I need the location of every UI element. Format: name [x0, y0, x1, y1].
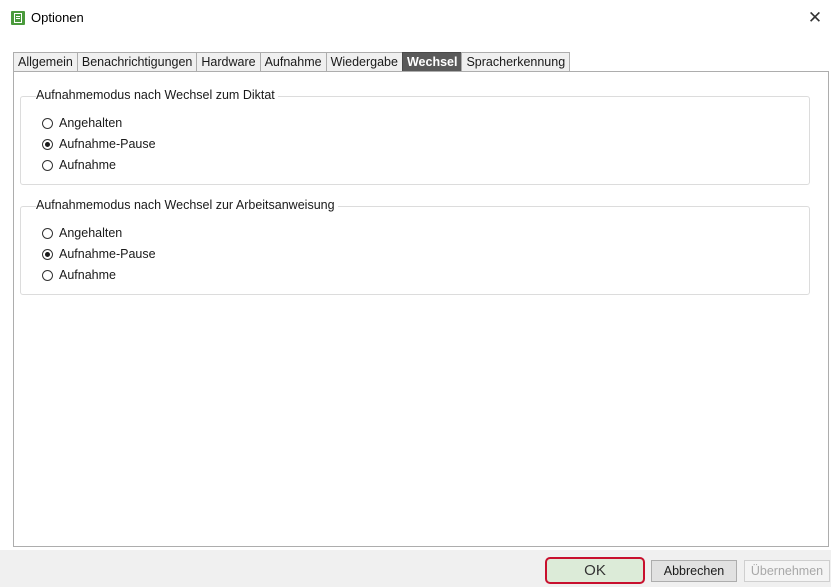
tab-benachrichtigungen[interactable]: Benachrichtigungen	[76, 52, 198, 71]
radio-label: Angehalten	[59, 116, 123, 130]
ok-button[interactable]: OK	[545, 557, 645, 584]
radio-button-checked[interactable]	[42, 248, 53, 260]
app-note-icon	[11, 11, 25, 25]
title-bar: Optionen ✕	[0, 0, 831, 40]
tab-wiedergabe[interactable]: Wiedergabe	[325, 52, 403, 71]
radio-button[interactable]	[42, 117, 53, 129]
radio-label: Aufnahme-Pause	[59, 247, 156, 261]
radio-label: Aufnahme	[59, 158, 116, 172]
group-arbeitsanweisung-legend: Aufnahmemodus nach Wechsel zur Arbeitsan…	[36, 198, 338, 212]
radio-button[interactable]	[42, 227, 53, 239]
group-diktat-legend: Aufnahmemodus nach Wechsel zum Diktat	[36, 88, 278, 102]
radio-label: Aufnahme	[59, 268, 116, 282]
group-diktat: Aufnahmemodus nach Wechsel zum Diktat An…	[20, 88, 810, 185]
cancel-button[interactable]: Abbrechen	[651, 560, 737, 582]
radio-button[interactable]	[42, 159, 53, 171]
radio-arbeitsanweisung-aufnahme-pause[interactable]: Aufnahme-Pause	[42, 247, 156, 261]
radio-button-checked[interactable]	[42, 138, 53, 150]
group-arbeitsanweisung: Aufnahmemodus nach Wechsel zur Arbeitsan…	[20, 198, 810, 295]
radio-diktat-aufnahme[interactable]: Aufnahme	[42, 158, 116, 172]
tab-strip: Allgemein Benachrichtigungen Hardware Au…	[13, 52, 571, 71]
tab-aufnahme[interactable]: Aufnahme	[259, 52, 327, 71]
tab-allgemein[interactable]: Allgemein	[13, 52, 78, 71]
radio-arbeitsanweisung-aufnahme[interactable]: Aufnahme	[42, 268, 116, 282]
tab-wechsel[interactable]: Wechsel	[401, 52, 463, 71]
tab-hardware[interactable]: Hardware	[196, 52, 261, 71]
radio-diktat-aufnahme-pause[interactable]: Aufnahme-Pause	[42, 137, 156, 151]
radio-diktat-angehalten[interactable]: Angehalten	[42, 116, 122, 130]
window-title: Optionen	[31, 10, 84, 25]
radio-button[interactable]	[42, 269, 53, 281]
close-button[interactable]: ✕	[803, 6, 827, 30]
radio-arbeitsanweisung-angehalten[interactable]: Angehalten	[42, 226, 122, 240]
radio-label: Angehalten	[59, 226, 123, 240]
radio-label: Aufnahme-Pause	[59, 137, 156, 151]
tab-spracherkennung[interactable]: Spracherkennung	[461, 52, 571, 71]
apply-button[interactable]: Übernehmen	[744, 560, 830, 582]
